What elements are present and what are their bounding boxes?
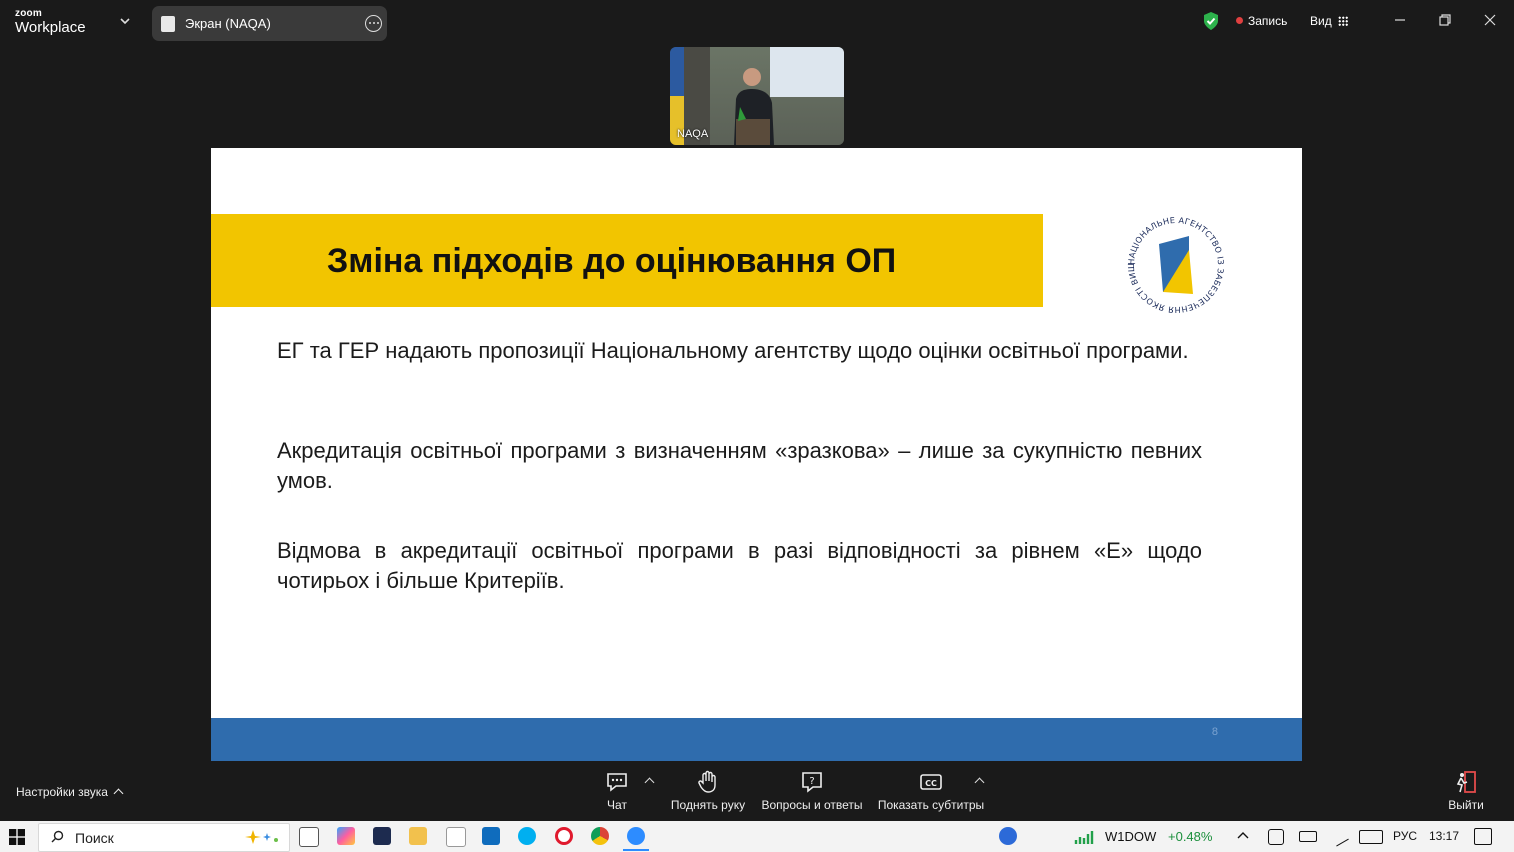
outlook-icon[interactable] [482,827,500,845]
notepad-icon[interactable] [446,827,466,847]
view-label: Вид [1310,14,1332,28]
windows-start-icon[interactable] [9,829,25,845]
more-options-icon[interactable] [365,15,382,32]
qa-label: Вопросы и ответы [761,798,863,812]
participant-name: NAQA [677,128,709,140]
shared-slide: Зміна підходів до оцінювання ОП НАЦІОНАЛ… [211,148,1302,761]
skype-icon[interactable] [518,827,536,845]
file-explorer-icon[interactable] [409,827,427,845]
stock-chart-icon[interactable] [1074,826,1098,846]
view-menu-button[interactable]: Вид [1310,14,1348,28]
participant-video[interactable]: NAQA [670,47,844,145]
battery-icon[interactable] [1299,831,1317,842]
notifications-icon[interactable] [1474,828,1492,845]
help-tray-icon[interactable] [999,827,1017,845]
qa-button[interactable]: ? Вопросы и ответы [760,769,864,812]
taskbar-search[interactable]: Поиск [38,823,290,852]
recording-label: Запись [1248,14,1288,28]
terminal-icon[interactable] [373,827,391,845]
screen-share-tab[interactable]: Экран (NAQA) [152,6,387,41]
question-icon: ? [802,772,822,793]
grid-icon [1337,16,1348,26]
leave-button[interactable]: Выйти [1446,769,1486,812]
zoom-title-bar: zoom Workplace Экран (NAQA) Запись Вид [0,0,1514,44]
chat-button[interactable]: Чат [596,769,638,812]
svg-text:?: ? [809,776,814,787]
pen-icon[interactable] [1329,826,1349,847]
slide-page-number: 8 [1211,726,1218,738]
show-captions-label: Показать субтитры [877,798,985,812]
raise-hand-icon [698,770,716,793]
security-shield-icon[interactable] [1202,11,1220,31]
windows-taskbar: Поиск W1DOW +0.48% РУС 13:17 [0,821,1514,852]
network-icon[interactable] [1268,829,1284,845]
raise-hand-label: Поднять руку [670,798,746,812]
recording-dot-icon [1236,17,1243,24]
chevron-down-icon[interactable] [118,14,132,28]
leave-label: Выйти [1448,798,1484,812]
document-icon [161,16,175,32]
screen-tab-label: Экран (NAQA) [185,16,271,31]
slide-paragraph-2: Акредитація освітньої програми з визначе… [277,438,1202,493]
restore-icon[interactable] [1437,12,1453,28]
chrome-icon[interactable] [591,827,609,845]
slide-title: Зміна підходів до оцінювання ОП [327,242,897,280]
zoom-workplace-logo[interactable]: zoom Workplace [15,8,86,36]
cc-icon: CC [920,774,942,790]
meeting-toolbar: Настройки звука Чат Поднять руку ? Вопро… [0,761,1514,821]
recording-indicator[interactable]: Запись [1236,14,1287,28]
brand-line2: Workplace [15,19,86,36]
audio-settings-button[interactable]: Настройки звука [16,785,124,799]
task-view-icon[interactable] [299,827,319,847]
zoom-taskbar-icon[interactable] [627,827,645,845]
brand-line1: zoom [15,8,42,19]
leave-icon [1456,771,1476,793]
speaker-figure [734,68,774,145]
clock-time[interactable]: 13:17 [1429,829,1459,843]
search-placeholder: Поиск [75,830,114,846]
input-language[interactable]: РУС [1393,829,1417,843]
chat-caret-icon[interactable] [644,777,655,788]
video-projector-screen [770,47,844,97]
naqa-logo: НАЦІОНАЛЬНЕ АГЕНТСТВО ІЗ ЗАБЕЗПЕЧЕННЯ ЯК… [1121,210,1226,315]
copilot-icon[interactable] [337,827,355,845]
audio-settings-label: Настройки звука [16,785,108,799]
close-icon[interactable] [1482,12,1498,28]
show-captions-button[interactable]: CC Показать субтитры [876,769,986,812]
search-icon [51,830,64,843]
stock-label[interactable]: W1DOW [1105,829,1156,844]
keyboard-icon[interactable] [1359,830,1383,844]
search-highlight-icon [245,830,278,844]
tray-overflow-icon[interactable] [1236,829,1250,843]
active-app-indicator [623,849,649,851]
stock-change: +0.48% [1168,829,1213,844]
slide-paragraph-1: ЕГ та ГЕР надають пропозиції Національно… [277,338,1189,363]
chevron-up-icon [113,788,124,799]
raise-hand-button[interactable]: Поднять руку [668,769,748,812]
minimize-icon[interactable] [1392,12,1408,28]
chat-label: Чат [607,798,627,812]
slide-footer-bar: 8 [211,718,1302,761]
slide-paragraph-3: Відмова в акредитації освітньої програми… [277,538,1202,593]
opera-icon[interactable] [555,827,573,845]
chat-icon [607,773,627,792]
svg-text:CC: CC [925,779,937,788]
